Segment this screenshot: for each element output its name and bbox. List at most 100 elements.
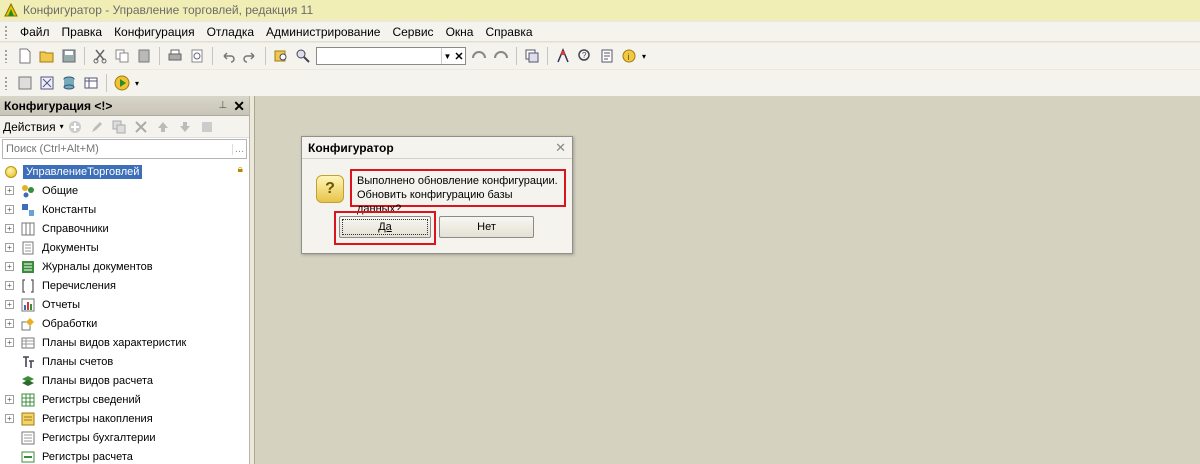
close-icon[interactable]: ✕ [555,140,566,156]
menu-service[interactable]: Сервис [386,25,439,39]
expand-icon[interactable]: + [5,414,14,423]
add-icon[interactable] [66,118,84,136]
delete-icon[interactable] [132,118,150,136]
cut-icon[interactable] [90,46,110,66]
expand-icon[interactable]: + [5,395,14,404]
tree-item-label: Документы [42,241,99,254]
windows-icon[interactable] [522,46,542,66]
toolbar-overflow-icon[interactable]: ▾ [135,79,139,88]
tree-item-processing[interactable]: + Обработки [0,314,249,333]
tree-root[interactable]: УправлениеТорговлей [0,162,249,181]
tree-item-enums[interactable]: + Перечисления [0,276,249,295]
save-icon[interactable] [59,46,79,66]
info-icon[interactable]: i [619,46,639,66]
chevron-down-icon[interactable]: ▾ [60,122,64,131]
copy-icon[interactable] [112,46,132,66]
close-icon[interactable]: ✕ [233,99,245,113]
paste-icon[interactable] [134,46,154,66]
tree-item-documents[interactable]: + Документы [0,238,249,257]
no-button[interactable]: Нет [439,216,534,238]
panel-actions-bar: Действия ▾ [0,116,249,138]
tree-item-calc-registers[interactable]: Регистры расчета [0,447,249,464]
tree-item-acc-registers[interactable]: Регистры бухгалтерии [0,428,249,447]
expand-icon[interactable]: + [5,243,14,252]
expand-icon[interactable]: + [5,300,14,309]
pin-icon[interactable]: ⊥ [219,100,228,111]
dialog-message-line1: Выполнено обновление конфигурации. [357,175,558,187]
tree-item-label: Регистры сведений [42,393,141,406]
tree-item-reports[interactable]: + Отчеты [0,295,249,314]
tree-item-char-types[interactable]: + Планы видов характеристик [0,333,249,352]
expand-icon[interactable]: + [5,262,14,271]
tree-item-constants[interactable]: + Константы [0,200,249,219]
panel-header: Конфигурация <!> ⊥ ✕ [0,96,249,116]
tree-item-label: Планы счетов [42,355,114,368]
panel-title: Конфигурация <!> [4,98,113,113]
run-debug-icon[interactable] [112,73,132,93]
syntax-helper-icon[interactable] [553,46,573,66]
tree-item-journals[interactable]: + Журналы документов [0,257,249,276]
compare-icon[interactable] [37,73,57,93]
search-options-icon[interactable]: … [232,143,246,155]
tree-root-label[interactable]: УправлениеТорговлей [23,164,143,179]
preview-icon[interactable] [187,46,207,66]
common-icon [20,183,36,199]
undo-icon[interactable] [218,46,238,66]
expand-icon[interactable]: + [5,186,14,195]
expand-icon[interactable]: + [5,224,14,233]
redo-icon[interactable] [240,46,260,66]
toolbar-search-combo[interactable]: ▼ ✕ [316,47,466,65]
move-down-icon[interactable] [176,118,194,136]
toolbar-separator [516,47,517,65]
menu-file[interactable]: Файл [14,25,56,39]
title-bar: Конфигуратор - Управление торговлей, ред… [0,0,1200,20]
expand-icon[interactable]: + [5,205,14,214]
toolbar-search-input[interactable] [317,48,441,64]
move-up-icon[interactable] [154,118,172,136]
toolbar-overflow-icon[interactable]: ▾ [642,52,646,61]
menu-windows[interactable]: Окна [440,25,480,39]
menu-help[interactable]: Справка [479,25,538,39]
help-search-icon[interactable]: ? [575,46,595,66]
tree-item-info-registers[interactable]: + Регистры сведений [0,390,249,409]
tree-item-catalogs[interactable]: + Справочники [0,219,249,238]
find-prev-icon[interactable] [469,46,489,66]
constants-icon [20,202,36,218]
edit-icon[interactable] [88,118,106,136]
tree-item-accum-registers[interactable]: + Регистры накопления [0,409,249,428]
find-next-icon[interactable] [491,46,511,66]
menu-debug[interactable]: Отладка [201,25,260,39]
toolbar-separator [84,47,85,65]
menu-configuration[interactable]: Конфигурация [108,25,201,39]
svg-text:i: i [628,52,630,62]
yes-button[interactable]: Да [339,216,431,238]
expand-icon[interactable]: + [5,281,14,290]
table-icon[interactable] [81,73,101,93]
expand-icon[interactable]: + [5,319,14,328]
find-in-icon[interactable] [271,46,291,66]
tree-item-calc-types[interactable]: Планы видов расчета [0,371,249,390]
search-icon[interactable] [293,46,313,66]
copy-item-icon[interactable] [110,118,128,136]
open-icon[interactable] [37,46,57,66]
expand-icon[interactable]: + [5,338,14,347]
tree-item-label: Отчеты [42,298,81,311]
sort-icon[interactable] [198,118,216,136]
menu-administration[interactable]: Администрирование [260,25,386,39]
toolbar-separator [106,74,107,92]
print-icon[interactable] [165,46,185,66]
tree-item-chart-accounts[interactable]: Планы счетов [0,352,249,371]
config-window-icon[interactable] [15,73,35,93]
panel-search-input[interactable] [3,143,232,155]
chevron-down-icon[interactable]: ▼ [441,48,453,64]
database-icon[interactable] [59,73,79,93]
actions-menu-button[interactable]: Действия [3,120,56,134]
toolbar-grip [4,76,8,90]
dialog-title: Конфигуратор [308,140,394,155]
tree-item-common[interactable]: + Общие [0,181,249,200]
help-content-icon[interactable] [597,46,617,66]
menu-edit[interactable]: Правка [56,25,109,39]
panel-search-field[interactable]: … [2,139,247,159]
clear-icon[interactable]: ✕ [453,48,465,64]
new-icon[interactable] [15,46,35,66]
